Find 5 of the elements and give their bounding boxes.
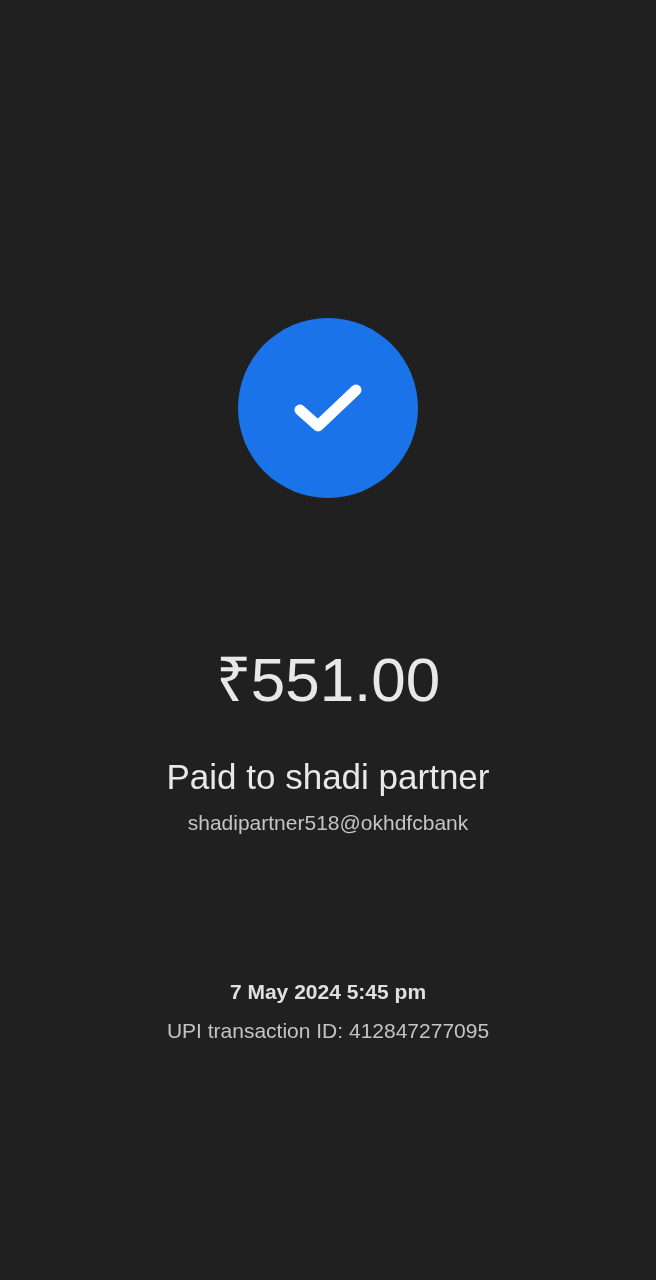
date-time: 7 May 2024 5:45 pm bbox=[229, 979, 427, 1005]
upi-id: shadipartner518@okhdfcbank bbox=[187, 810, 469, 836]
payee-name: Paid to shadi partner bbox=[166, 758, 490, 796]
amount: ₹551.00 bbox=[215, 648, 441, 712]
transaction-id: UPI transaction ID: 412847277095 bbox=[166, 1018, 490, 1044]
